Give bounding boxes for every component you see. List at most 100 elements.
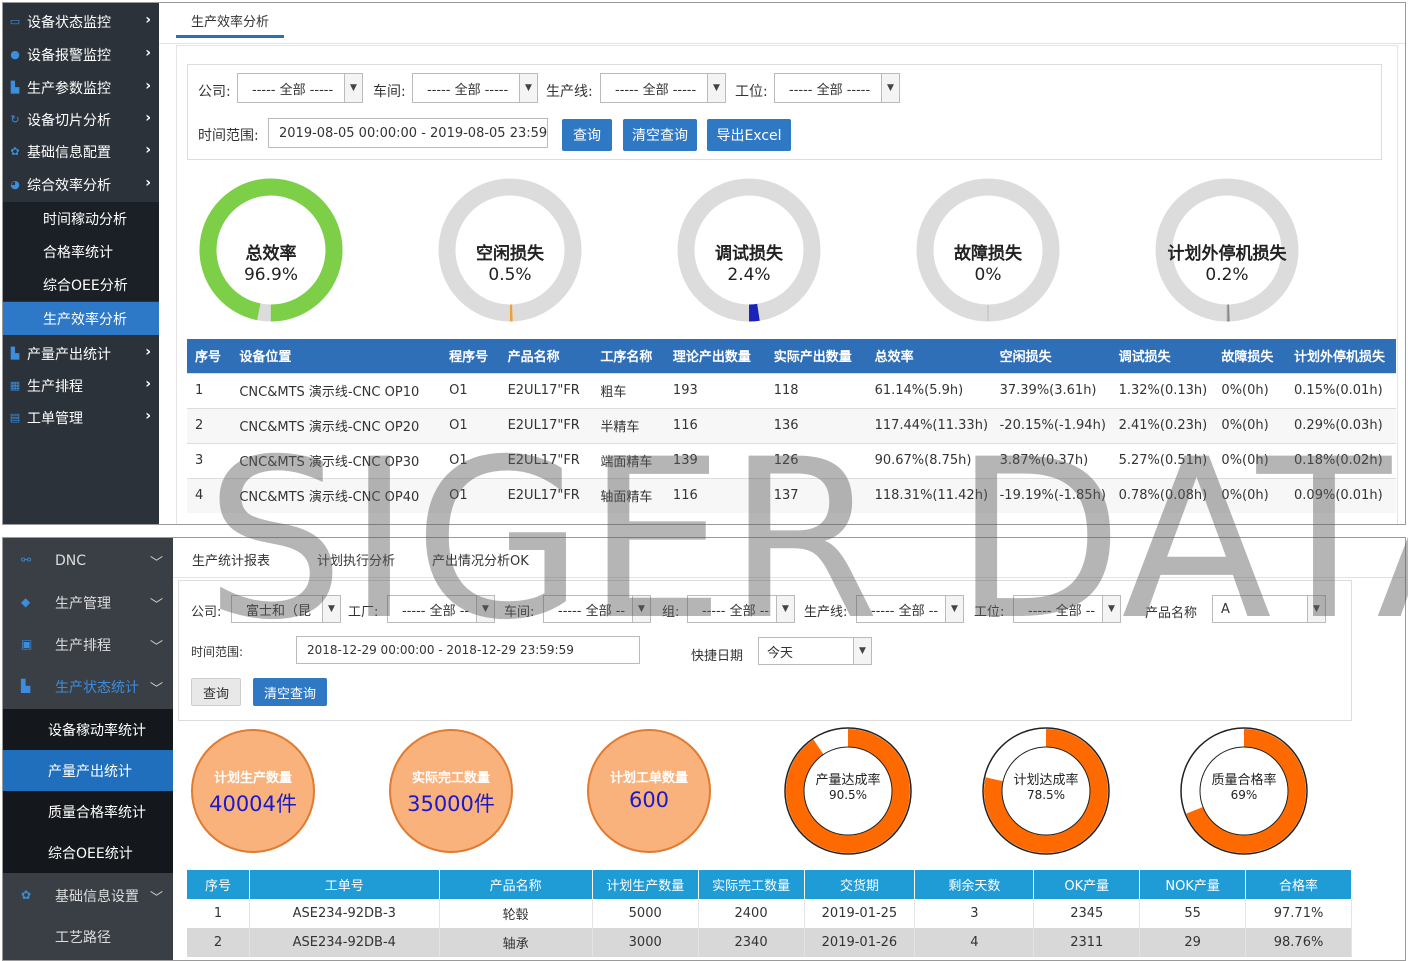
sidebar-item-device-status[interactable]: ▭ 设备状态监控 › bbox=[3, 5, 159, 38]
time-range-label: 时间范围: bbox=[198, 128, 259, 144]
active-tab-indicator bbox=[176, 35, 284, 38]
column-header[interactable]: 合格率 bbox=[1245, 870, 1352, 899]
donut-value: 0% bbox=[974, 265, 1002, 285]
sidebar-sub-output[interactable]: 产量产出统计 bbox=[3, 750, 173, 791]
column-header[interactable]: 序号 bbox=[187, 870, 250, 899]
table-row[interactable]: 2 CNC&MTS 演示线-CNC OP20 O1 E2UL17"FR 半精车 116 13… bbox=[187, 407, 1396, 443]
sidebar-item-scheduling[interactable]: ▦ 生产排程 › bbox=[3, 369, 159, 402]
donut-label: 计划外停机损失 bbox=[1167, 244, 1287, 264]
tab-plan-execution[interactable]: 计划执行分析 bbox=[317, 550, 395, 569]
sidebar-item-label: 工艺路径 bbox=[55, 929, 111, 946]
workshop-select[interactable]: ----- 全部 -- ▼ bbox=[543, 595, 651, 623]
line-select[interactable]: ----- 全部 -- ▼ bbox=[856, 595, 964, 623]
table-row[interactable]: 3 CNC&MTS 演示线-CNC OP30 O1 E2UL17"FR 端面精车 139 1… bbox=[187, 442, 1396, 478]
column-header[interactable]: 理论产出数量 bbox=[665, 339, 766, 373]
sidebar-sub-production-efficiency[interactable]: 生产效率分析 bbox=[3, 302, 159, 335]
product-select[interactable]: A ▼ bbox=[1212, 595, 1326, 623]
line-select[interactable]: ----- 全部 ----- ▼ bbox=[600, 73, 726, 103]
group-select[interactable]: ----- 全部 -- ▼ bbox=[687, 595, 795, 623]
table-row[interactable]: 4 CNC&MTS 演示线-CNC OP40 O1 E2UL17"FR 轴面精车 116 1… bbox=[187, 477, 1396, 513]
sidebar-item-output-stats[interactable]: ▙ 产量产出统计 › bbox=[3, 337, 159, 370]
quick-date-select[interactable]: 今天 ▼ bbox=[758, 637, 872, 665]
sidebar-sub-oee[interactable]: 综合OEE统计 bbox=[3, 832, 173, 873]
column-header[interactable]: 工序名称 bbox=[592, 339, 665, 373]
clear-query-button[interactable]: 清空查询 bbox=[253, 678, 327, 706]
tab-bar bbox=[159, 3, 1405, 44]
chevron-down-icon: ▼ bbox=[322, 596, 340, 622]
chevron-down-icon: ▼ bbox=[476, 596, 494, 622]
ring-value: 69% bbox=[1230, 788, 1258, 802]
company-label: 公司: bbox=[191, 605, 222, 620]
sidebar-item-device-slice[interactable]: ↻ 设备切片分析 › bbox=[3, 103, 159, 136]
column-header[interactable]: 总效率 bbox=[867, 339, 992, 373]
tab-production-report[interactable]: 生产统计报表 bbox=[192, 550, 270, 569]
sidebar-item-process-route[interactable]: 工艺路径 bbox=[3, 916, 173, 957]
time-range-input[interactable]: 2018-12-29 00:00:00 - 2018-12-29 23:59:5… bbox=[296, 636, 640, 664]
alarm-icon: ● bbox=[10, 48, 20, 61]
rate-ring-1: 产量达成率 90.5% bbox=[783, 726, 913, 856]
column-header[interactable]: 交货期 bbox=[804, 870, 916, 899]
column-header[interactable]: 序号 bbox=[187, 339, 231, 373]
column-header[interactable]: 产品名称 bbox=[439, 870, 593, 899]
circle-title: 计划生产数量 bbox=[213, 771, 292, 786]
sidebar-sub-time-utilization[interactable]: 时间稼动分析 bbox=[3, 202, 159, 235]
query-button[interactable]: 查询 bbox=[191, 678, 241, 706]
sidebar-item-scheduling[interactable]: ▣ 生产排程 ﹀ bbox=[3, 624, 173, 665]
query-button[interactable]: 查询 bbox=[562, 119, 612, 151]
sidebar-sub-quality[interactable]: 质量合格率统计 bbox=[3, 791, 173, 832]
sidebar-item-basic-settings[interactable]: ✿ 基础信息设置 ﹀ bbox=[3, 875, 173, 916]
sidebar-item-label: 基础信息设置 bbox=[55, 888, 139, 905]
station-select[interactable]: ----- 全部 -- ▼ bbox=[1013, 595, 1121, 623]
column-header[interactable]: 调试损失 bbox=[1111, 339, 1214, 373]
work-order-table: 序号 工单号 产品名称 计划生产数量 实际完工数量 交货期 剩余天数 OK产量 NOK产量 合格率… bbox=[187, 870, 1352, 957]
column-header[interactable]: 程序号 bbox=[441, 339, 499, 373]
donut-value: 0.5% bbox=[488, 265, 532, 285]
sidebar-item-efficiency[interactable]: ◕ 综合效率分析 › bbox=[3, 168, 159, 201]
column-header[interactable]: 空闲损失 bbox=[992, 339, 1111, 373]
export-excel-button[interactable]: 导出Excel bbox=[707, 119, 791, 151]
workshop-select[interactable]: ----- 全部 ----- ▼ bbox=[412, 73, 538, 103]
column-header[interactable]: 计划生产数量 bbox=[592, 870, 699, 899]
column-header[interactable]: 剩余天数 bbox=[914, 870, 1035, 899]
sidebar-item-status-stats[interactable]: ▙ 生产状态统计 ﹀ bbox=[3, 666, 173, 707]
clear-query-button[interactable]: 清空查询 bbox=[623, 119, 697, 151]
table-cell: 2019-01-26 bbox=[804, 928, 916, 957]
sidebar-item-production-params[interactable]: ▙ 生产参数监控 › bbox=[3, 71, 159, 104]
circle-value: 35000件 bbox=[407, 792, 495, 816]
table-cell: E2UL17"FR bbox=[499, 407, 593, 443]
table-cell: 2 bbox=[187, 407, 232, 443]
table-row[interactable]: 2 ASE234-92DB-4 轴承 3000 2340 2019-01-26 4 2311 2… bbox=[187, 928, 1352, 957]
chevron-down-icon: ﹀ bbox=[149, 682, 163, 697]
column-header[interactable]: OK产量 bbox=[1033, 870, 1141, 899]
column-header[interactable]: 故障损失 bbox=[1213, 339, 1286, 373]
table-cell: 193 bbox=[664, 372, 766, 408]
column-header[interactable]: 设备位置 bbox=[231, 339, 441, 373]
table-cell: 116 bbox=[664, 477, 766, 513]
column-header[interactable]: 产品名称 bbox=[500, 339, 593, 373]
factory-select[interactable]: ----- 全部 -- ▼ bbox=[387, 595, 495, 623]
time-range-input[interactable]: 2019-08-05 00:00:00 - 2019-08-05 23:59:5… bbox=[268, 118, 548, 148]
column-header[interactable]: 实际产出数量 bbox=[766, 339, 867, 373]
sidebar-item-work-orders[interactable]: ▤ 工单管理 › bbox=[3, 401, 159, 434]
company-select[interactable]: 富士和（昆 ▼ bbox=[231, 595, 341, 623]
column-header[interactable]: 实际完工数量 bbox=[698, 870, 805, 899]
column-header[interactable]: NOK产量 bbox=[1139, 870, 1247, 899]
tab-production-efficiency[interactable]: 生产效率分析 bbox=[191, 11, 269, 30]
station-select[interactable]: ----- 全部 ----- ▼ bbox=[774, 73, 900, 103]
ring-value: 90.5% bbox=[828, 788, 868, 802]
sidebar-item-dnc[interactable]: ⚯ DNC ﹀ bbox=[3, 540, 173, 581]
sidebar-sub-label: 综合OEE分析 bbox=[43, 277, 128, 294]
company-select[interactable]: ----- 全部 ----- ▼ bbox=[237, 73, 363, 103]
table-row[interactable]: 1 ASE234-92DB-3 轮毂 5000 2400 2019-01-25 3 2345 5… bbox=[187, 899, 1352, 928]
sidebar-item-basic-config[interactable]: ✿ 基础信息配置 › bbox=[3, 135, 159, 168]
sidebar-sub-utilization[interactable]: 设备稼动率统计 bbox=[3, 709, 173, 750]
sidebar-sub-pass-rate[interactable]: 合格率统计 bbox=[3, 235, 159, 268]
sidebar-item-device-alarm[interactable]: ● 设备报警监控 › bbox=[3, 38, 159, 71]
tab-output-analysis[interactable]: 产出情况分析OK bbox=[432, 550, 529, 569]
column-header[interactable]: 计划外停机损失 bbox=[1286, 339, 1396, 373]
table-row[interactable]: 1 CNC&MTS 演示线-CNC OP10 O1 E2UL17"FR 粗车 193 118… bbox=[187, 372, 1396, 408]
sidebar-sub-oee[interactable]: 综合OEE分析 bbox=[3, 268, 159, 301]
chevron-right-icon: › bbox=[145, 78, 151, 94]
column-header[interactable]: 工单号 bbox=[249, 870, 440, 899]
sidebar-item-production-mgmt[interactable]: ◆ 生产管理 ﹀ bbox=[3, 582, 173, 623]
